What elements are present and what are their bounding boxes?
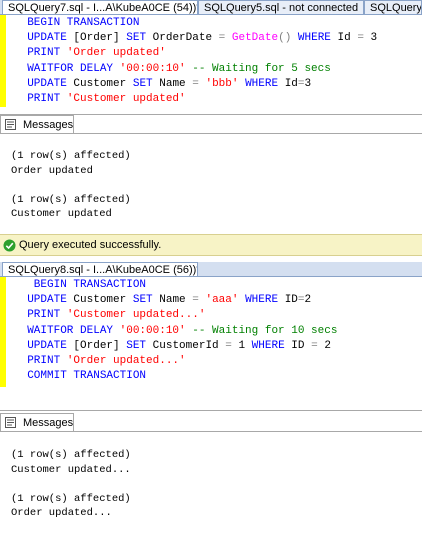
window2-line-5: UPDATE [Order] SET CustomerId = 1 WHERE …: [14, 339, 331, 354]
code-token: (): [278, 32, 292, 45]
code-token: BEGIN TRANSACTION: [14, 17, 140, 29]
code-token: PRINT: [14, 309, 67, 322]
code-token: GetDate: [225, 32, 279, 45]
check-circle-icon: [3, 239, 16, 252]
code-token: SET: [119, 32, 153, 45]
code-token: =: [357, 32, 364, 45]
code-token: Customer: [73, 77, 133, 90]
code-token: 'aaa': [198, 294, 239, 307]
window2-line-3: PRINT 'Customer updated...': [14, 308, 205, 323]
code-token: 'Order updated...': [66, 355, 186, 367]
code-token: 1: [231, 339, 246, 352]
change-margin-bar: [0, 15, 6, 107]
tab-label: SQLQuery4: [370, 2, 422, 14]
results-pane-border: [0, 133, 422, 134]
window1-line-1: BEGIN TRANSACTION: [14, 16, 139, 31]
code-token: Name: [159, 294, 193, 307]
tab-label: SQLQuery7.sql - I...A\KubeA0CE (54))*: [8, 2, 198, 14]
code-token: 'Customer updated...': [66, 309, 206, 322]
code-token: ID: [284, 294, 298, 307]
code-token: SET: [126, 339, 153, 352]
messages-icon: [5, 119, 16, 130]
code-token: =: [311, 339, 318, 352]
code-token: WHERE: [238, 77, 285, 90]
status-message: Query executed successfully.: [19, 239, 162, 251]
splitter-2[interactable]: [0, 410, 422, 411]
tab-sqlquery7[interactable]: SQLQuery7.sql - I...A\KubeA0CE (54))*: [2, 0, 198, 14]
code-token: Name: [159, 77, 193, 90]
messages-tab[interactable]: Messages: [0, 115, 74, 133]
code-token: [Order]: [73, 32, 120, 45]
code-token: WHERE: [291, 32, 338, 45]
window1-line-6: PRINT 'Customer updated': [14, 92, 186, 107]
code-token: WAITFOR DELAY: [14, 324, 120, 337]
code-token: 'Order updated': [66, 47, 166, 60]
code-token: CustomerId: [152, 339, 226, 352]
code-token: Id: [284, 77, 298, 90]
code-token: =: [192, 77, 199, 90]
code-token: '00:00:10': [119, 324, 186, 337]
window2-line-2: UPDATE Customer SET Name = 'aaa' WHERE I…: [14, 293, 311, 308]
tab-label: SQLQuery8.sql - I...A\KubeA0CE (56))*: [8, 264, 198, 276]
messages-tab-label: Messages: [23, 417, 74, 429]
window2-line-6: PRINT 'Order updated...': [14, 354, 186, 369]
document-tab-strip-2: SQLQuery8.sql - I...A\KubeA0CE (56))*: [0, 262, 422, 277]
code-token: PRINT: [14, 47, 67, 60]
messages-output-2: (1 row(s) affected) Customer updated... …: [11, 449, 131, 519]
code-token: Id: [337, 32, 358, 45]
code-token: '00:00:10': [119, 62, 186, 75]
tab-label: SQLQuery5.sql - not connected: [204, 2, 359, 14]
code-token: -- Waiting for 10 secs: [185, 324, 338, 337]
code-token: UPDATE: [14, 339, 74, 352]
code-token: =: [225, 339, 232, 352]
query-editor-1[interactable]: BEGIN TRANSACTION UPDATE [Order] SET Ord…: [14, 15, 422, 107]
code-token: WHERE: [238, 294, 285, 307]
code-token: UPDATE: [14, 294, 74, 307]
tab-sqlquery4[interactable]: SQLQuery4: [364, 0, 422, 14]
code-token: UPDATE: [14, 77, 74, 90]
code-token: ID: [291, 339, 312, 352]
window1-line-3: PRINT 'Order updated': [14, 46, 166, 61]
code-token: OrderDate: [152, 32, 219, 45]
document-tab-strip: SQLQuery7.sql - I...A\KubeA0CE (54))* SQ…: [0, 0, 422, 15]
window1-line-2: UPDATE [Order] SET OrderDate = GetDate()…: [14, 31, 377, 46]
change-margin-bar-2: [0, 277, 6, 387]
code-token: -- Waiting for 5 secs: [185, 62, 331, 75]
code-token: 2: [317, 339, 331, 352]
messages-tab-label: Messages: [23, 119, 74, 131]
code-token: =: [297, 77, 305, 90]
tab-sqlquery8[interactable]: SQLQuery8.sql - I...A\KubeA0CE (56))*: [2, 262, 198, 276]
window2-line-7: COMMIT TRANSACTION: [14, 369, 146, 384]
code-token: COMMIT TRANSACTION: [14, 370, 147, 383]
tab-sqlquery5[interactable]: SQLQuery5.sql - not connected: [198, 0, 364, 14]
messages-output-1: (1 row(s) affected) Order updated (1 row…: [11, 150, 131, 220]
status-bar: Query executed successfully.: [0, 234, 422, 256]
window1-line-5: UPDATE Customer SET Name = 'bbb' WHERE I…: [14, 77, 311, 92]
code-token: 'Customer updated': [66, 93, 186, 105]
query-editor-2[interactable]: BEGIN TRANSACTION UPDATE Customer SET Na…: [14, 277, 422, 387]
code-token: BEGIN TRANSACTION: [14, 279, 147, 291]
code-token: =: [192, 294, 199, 307]
results-pane-border-2: [0, 431, 422, 432]
code-token: Customer: [73, 294, 133, 307]
code-token: 'bbb': [198, 77, 239, 90]
code-token: WHERE: [245, 339, 292, 352]
messages-tab-2[interactable]: Messages: [0, 413, 74, 431]
code-token: PRINT: [14, 355, 67, 367]
messages-icon: [5, 417, 16, 428]
code-token: 2: [304, 294, 312, 307]
code-token: SET: [132, 294, 160, 307]
code-token: 3: [304, 77, 312, 90]
code-token: WAITFOR DELAY: [14, 62, 120, 75]
code-token: SET: [132, 77, 160, 90]
code-token: UPDATE: [14, 32, 74, 45]
window2-line-4: WAITFOR DELAY '00:00:10' -- Waiting for …: [14, 324, 337, 339]
code-token: 3: [363, 32, 378, 45]
code-token: [Order]: [73, 339, 127, 352]
code-token: =: [297, 294, 305, 307]
window1-line-4: WAITFOR DELAY '00:00:10' -- Waiting for …: [14, 62, 331, 77]
code-token: PRINT: [14, 93, 67, 105]
window2-line-1: BEGIN TRANSACTION: [14, 278, 146, 293]
